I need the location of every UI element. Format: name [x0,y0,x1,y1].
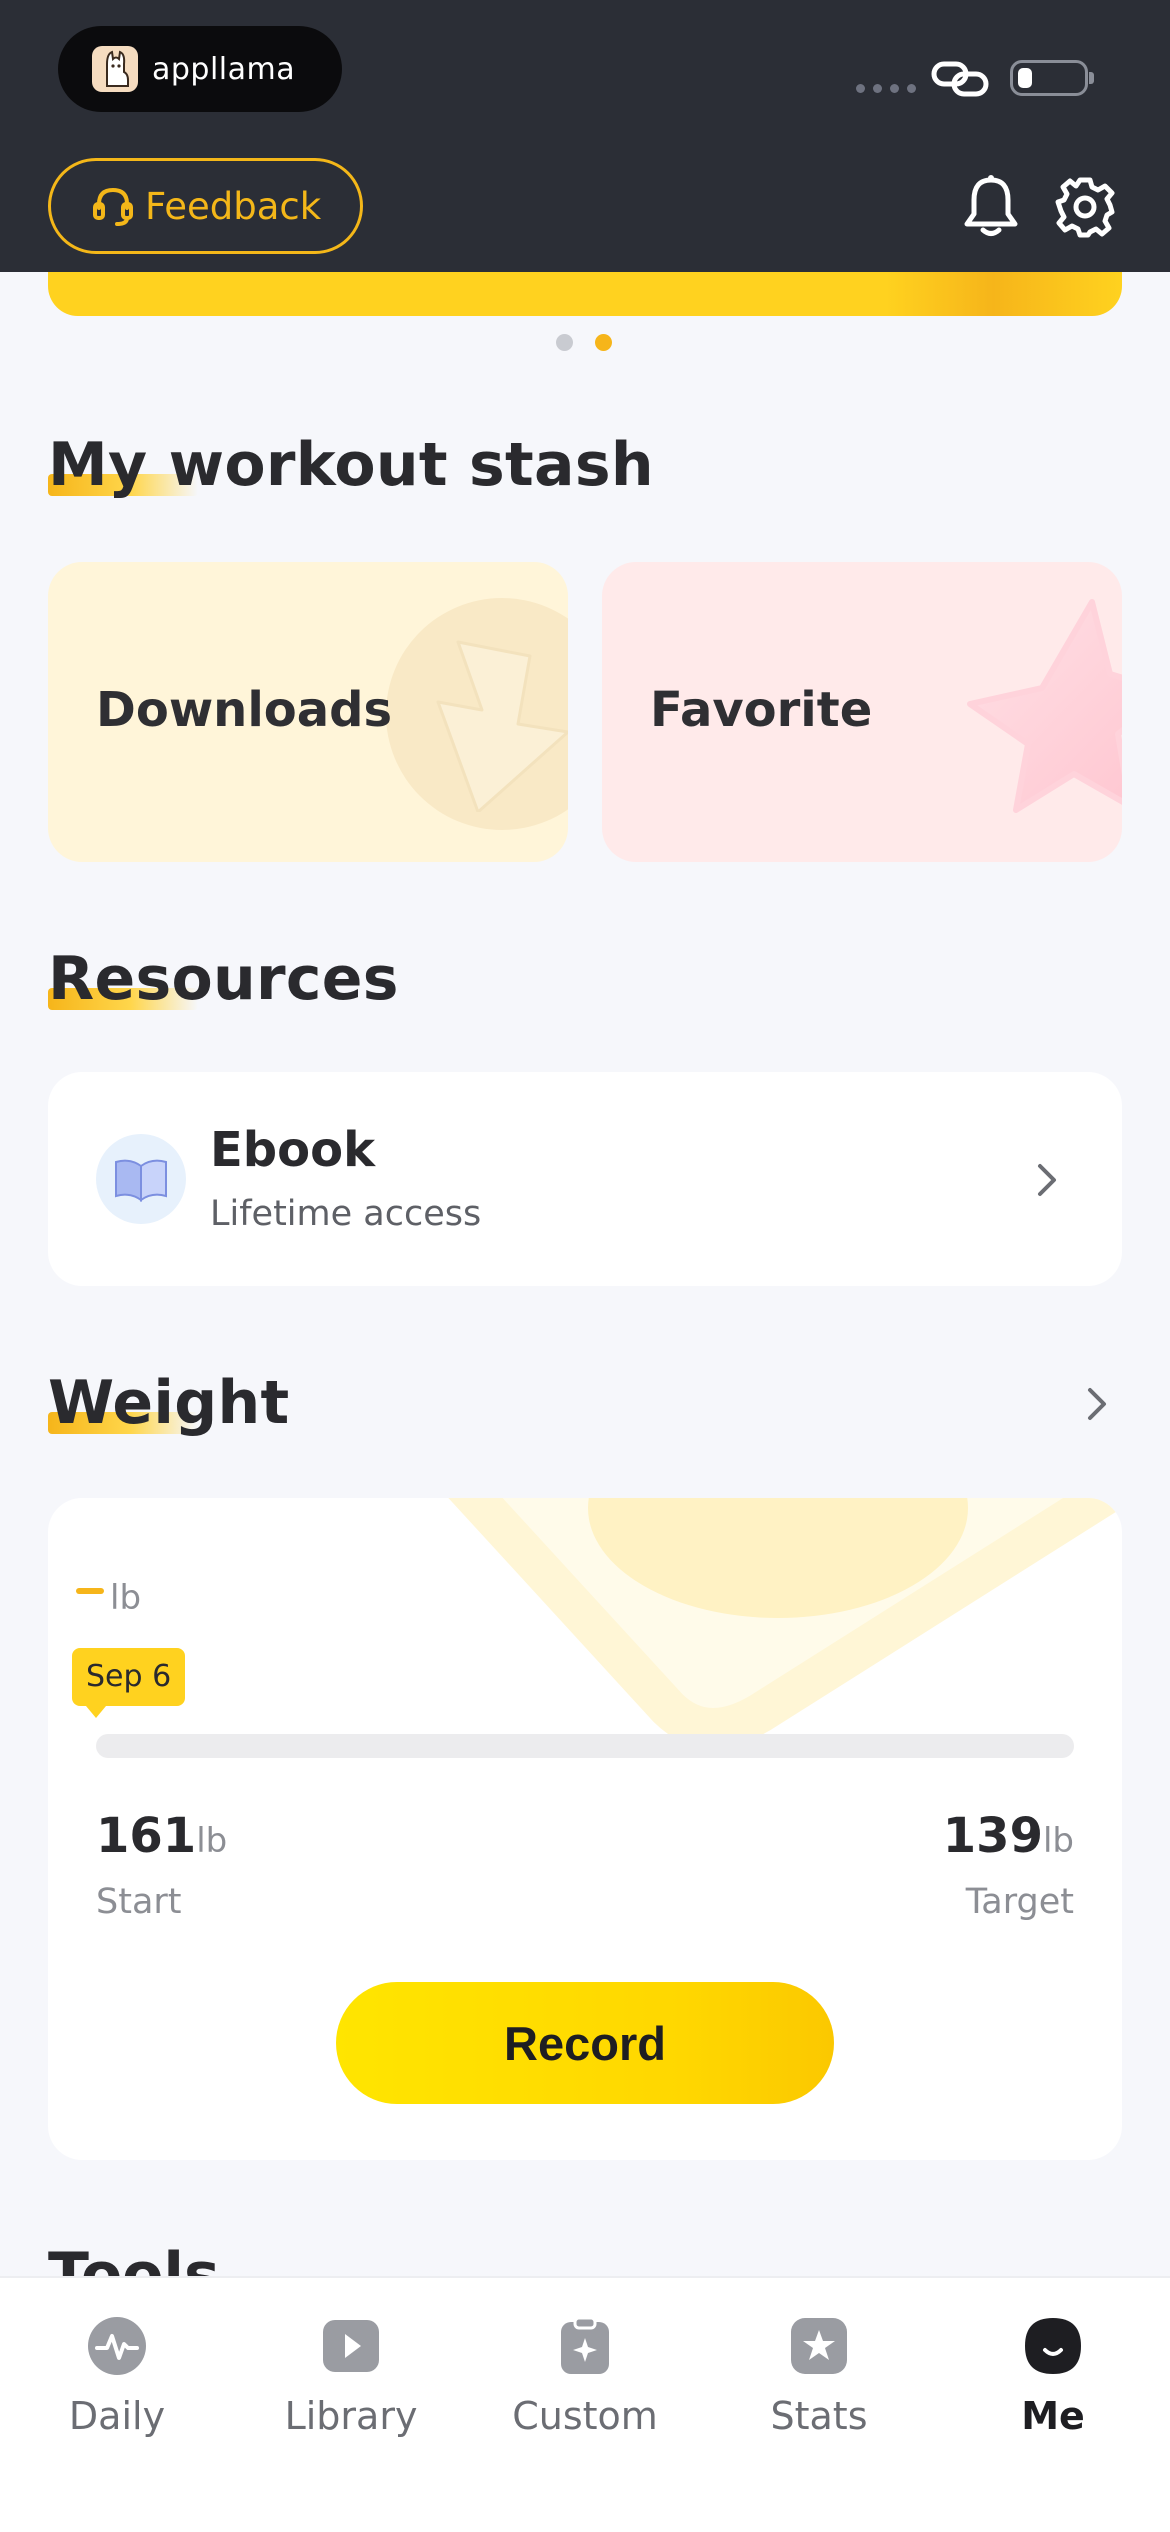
link-icon [931,61,989,97]
ebook-title: Ebook [210,1122,376,1178]
pulse-icon [88,2317,146,2375]
headset-icon [93,187,133,226]
bottom-nav: Daily Library Custom Stats Me [0,2276,1170,2532]
top-bar: appllama Feedback [0,0,1170,272]
clipboard-icon [561,2316,609,2374]
app-badge: appllama [58,26,342,112]
nav-library[interactable]: Library [234,2278,468,2532]
nav-library-label: Library [284,2394,418,2438]
target-weight: 139lb [942,1808,1074,1864]
app-name: appllama [152,51,296,87]
downloads-label: Downloads [96,682,393,738]
downloads-card[interactable]: Downloads [48,562,568,862]
date-tag: Sep 6 [72,1648,186,1718]
current-weight-unit: lb [110,1578,142,1618]
play-icon [323,2320,379,2372]
book-icon [96,1134,186,1224]
pager-dot-active [595,334,612,351]
ebook-subtitle: Lifetime access [210,1194,482,1234]
nav-stats[interactable]: Stats [702,2278,936,2532]
gear-icon[interactable] [1054,176,1116,238]
nav-custom[interactable]: Custom [468,2278,702,2532]
favorite-card[interactable]: Favorite [602,562,1122,862]
stash-section-title: My workout stash [48,430,654,500]
nav-me-label: Me [1021,2394,1085,2438]
signal-dots [856,84,916,93]
nav-me[interactable]: Me [936,2278,1170,2532]
nav-daily[interactable]: Daily [0,2278,234,2532]
record-button[interactable]: Record [336,1982,834,2104]
llama-logo-icon [92,46,138,92]
download-icon [436,640,568,812]
banner-pager [556,334,612,351]
current-weight-placeholder [76,1588,104,1594]
star-icon [967,599,1122,813]
target-caption: Target [965,1882,1074,1922]
profile-icon [1025,2318,1081,2374]
chevron-right-icon [1038,1164,1056,1196]
bell-icon[interactable] [960,174,1022,240]
battery-icon [1010,60,1094,96]
start-weight: 161lb [96,1808,228,1864]
star-badge-icon [791,2318,847,2374]
nav-daily-label: Daily [68,2394,166,2438]
favorite-label: Favorite [650,682,873,738]
weight-card: lb Sep 6 161lb Start 139lb Target Record [48,1498,1122,2160]
resources-section-title: Resources [48,944,399,1014]
weight-section-title: Weight [48,1368,290,1438]
ebook-item[interactable]: Ebook Lifetime access [48,1072,1122,1286]
weight-background-decoration [448,1498,1122,1748]
start-caption: Start [96,1882,182,1922]
feedback-label: Feedback [145,184,322,228]
pager-dot [556,334,573,351]
weight-progress-bar [96,1734,1074,1758]
feedback-button[interactable]: Feedback [48,158,363,254]
weight-chevron-right-icon[interactable] [1086,1386,1108,1422]
nav-custom-label: Custom [512,2394,658,2438]
nav-stats-label: Stats [770,2394,868,2438]
